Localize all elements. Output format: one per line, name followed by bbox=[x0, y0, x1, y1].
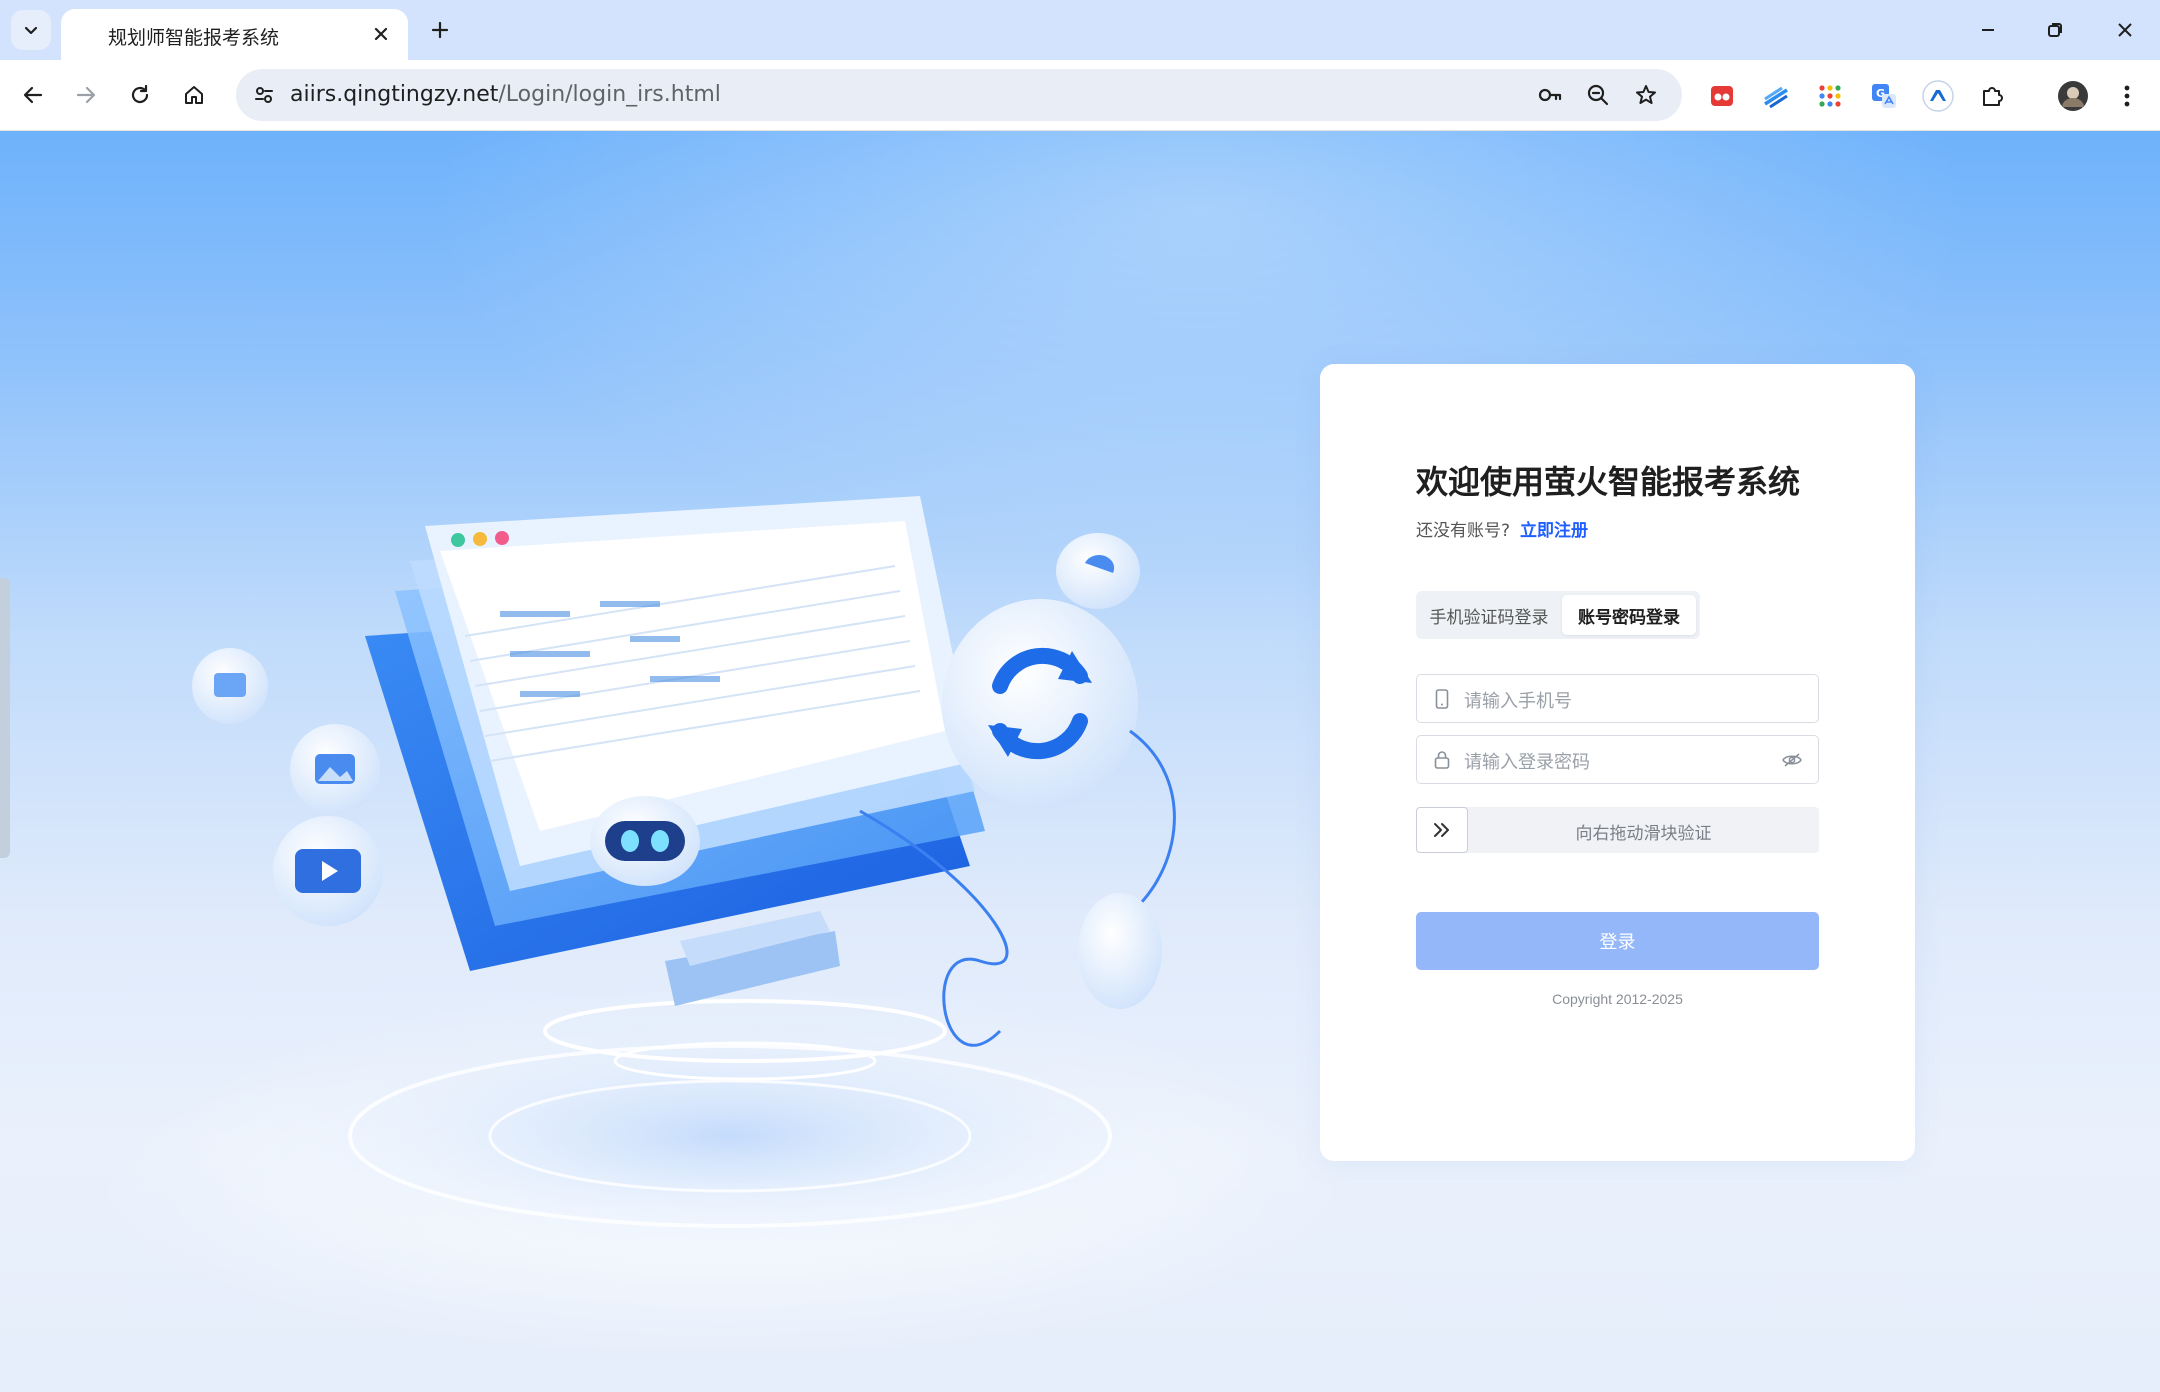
register-row: 还没有账号? 立即注册 bbox=[1416, 516, 1588, 541]
page-title: 欢迎使用萤火智能报考系统 bbox=[1416, 463, 1801, 501]
arrow-right-icon bbox=[76, 86, 96, 104]
minimize-button[interactable] bbox=[1964, 8, 2012, 52]
bubble-chat bbox=[1056, 533, 1140, 609]
login-card: 欢迎使用萤火智能报考系统 还没有账号? 立即注册 手机验证码登录 账号密码登录 请… bbox=[1320, 364, 1915, 1161]
password-field[interactable]: 请输入登录密码 bbox=[1416, 735, 1819, 784]
double-chevron-right-icon bbox=[1434, 823, 1449, 837]
register-link[interactable]: 立即注册 bbox=[1520, 521, 1588, 541]
arrow-left-icon bbox=[23, 86, 43, 104]
ripple bbox=[170, 986, 1290, 1286]
site-info-button[interactable] bbox=[246, 77, 282, 113]
browser-tab-bar: 规划师智能报考系统 bbox=[0, 0, 2160, 60]
plus-icon bbox=[431, 21, 449, 39]
apps-grid-icon[interactable] bbox=[1813, 79, 1847, 113]
tune-icon bbox=[255, 87, 273, 103]
address-bar[interactable]: aiirs.qingtingzy.net/Login/login_irs.htm… bbox=[236, 69, 1682, 121]
more-menu-icon[interactable] bbox=[2110, 79, 2144, 113]
reload-icon bbox=[131, 84, 149, 104]
phone-icon bbox=[1431, 687, 1453, 711]
translate-icon[interactable]: G bbox=[1867, 79, 1901, 113]
tab-sms-login[interactable]: 手机验证码登录 bbox=[1420, 595, 1558, 635]
tab-password-login[interactable]: 账号密码登录 bbox=[1562, 595, 1696, 635]
key-icon bbox=[1538, 88, 1562, 102]
restore-button[interactable] bbox=[2031, 8, 2079, 52]
forward-button[interactable] bbox=[66, 75, 106, 115]
new-tab-button[interactable] bbox=[421, 11, 459, 49]
login-page: 欢迎使用萤火智能报考系统 还没有账号? 立即注册 手机验证码登录 账号密码登录 请… bbox=[0, 131, 2160, 1392]
close-window-button[interactable] bbox=[2101, 8, 2149, 52]
close-icon bbox=[2118, 23, 2132, 37]
extension-stripes-icon[interactable] bbox=[1759, 79, 1793, 113]
lock-icon bbox=[1431, 748, 1453, 772]
url-text[interactable]: aiirs.qingtingzy.net/Login/login_irs.htm… bbox=[290, 82, 721, 107]
back-button[interactable] bbox=[13, 75, 53, 115]
url-path: /Login/login_irs.html bbox=[498, 82, 721, 107]
tab-search-button[interactable] bbox=[11, 10, 51, 50]
tab-title: 规划师智能报考系统 bbox=[108, 27, 280, 49]
extension-red-icon[interactable] bbox=[1705, 79, 1739, 113]
minimize-icon bbox=[1982, 29, 1994, 31]
url-host: aiirs.qingtingzy.net bbox=[290, 82, 499, 107]
password-key-button[interactable] bbox=[1534, 79, 1566, 111]
restore-icon bbox=[2048, 23, 2062, 37]
bookmark-button[interactable] bbox=[1630, 79, 1662, 111]
mouse-shape bbox=[1078, 893, 1162, 1009]
phone-placeholder: 请输入手机号 bbox=[1464, 691, 1572, 712]
reload-button[interactable] bbox=[120, 75, 160, 115]
no-account-text: 还没有账号? bbox=[1416, 521, 1511, 541]
home-icon bbox=[185, 86, 203, 104]
copyright-text: Copyright 2012-2025 bbox=[1552, 991, 1683, 1007]
sync-disc bbox=[942, 599, 1138, 809]
active-tab[interactable]: 规划师智能报考系统 bbox=[61, 9, 408, 60]
close-icon bbox=[374, 27, 388, 41]
slide-verify: 向右拖动滑块验证 bbox=[1416, 807, 1819, 853]
chevron-down-icon bbox=[24, 26, 38, 35]
puzzle-icon[interactable] bbox=[1976, 79, 2010, 113]
login-button[interactable]: 登录 bbox=[1416, 912, 1819, 970]
home-button[interactable] bbox=[174, 75, 214, 115]
drive-extension-icon[interactable] bbox=[1921, 79, 1955, 113]
tab-close-button[interactable] bbox=[367, 20, 395, 48]
zoom-button[interactable] bbox=[1582, 79, 1614, 111]
eye-off-icon[interactable] bbox=[1780, 748, 1804, 772]
avatar[interactable] bbox=[2056, 79, 2090, 113]
slider-handle[interactable] bbox=[1416, 807, 1468, 853]
phone-field[interactable]: 请输入手机号 bbox=[1416, 674, 1819, 723]
computer-illustration bbox=[170, 496, 1290, 1286]
login-mode-tabs: 手机验证码登录 账号密码登录 bbox=[1416, 591, 1700, 639]
password-placeholder: 请输入登录密码 bbox=[1464, 752, 1590, 773]
slider-text: 向右拖动滑块验证 bbox=[1575, 824, 1712, 844]
zoom-out-icon bbox=[1587, 84, 1609, 106]
star-icon bbox=[1636, 85, 1656, 104]
